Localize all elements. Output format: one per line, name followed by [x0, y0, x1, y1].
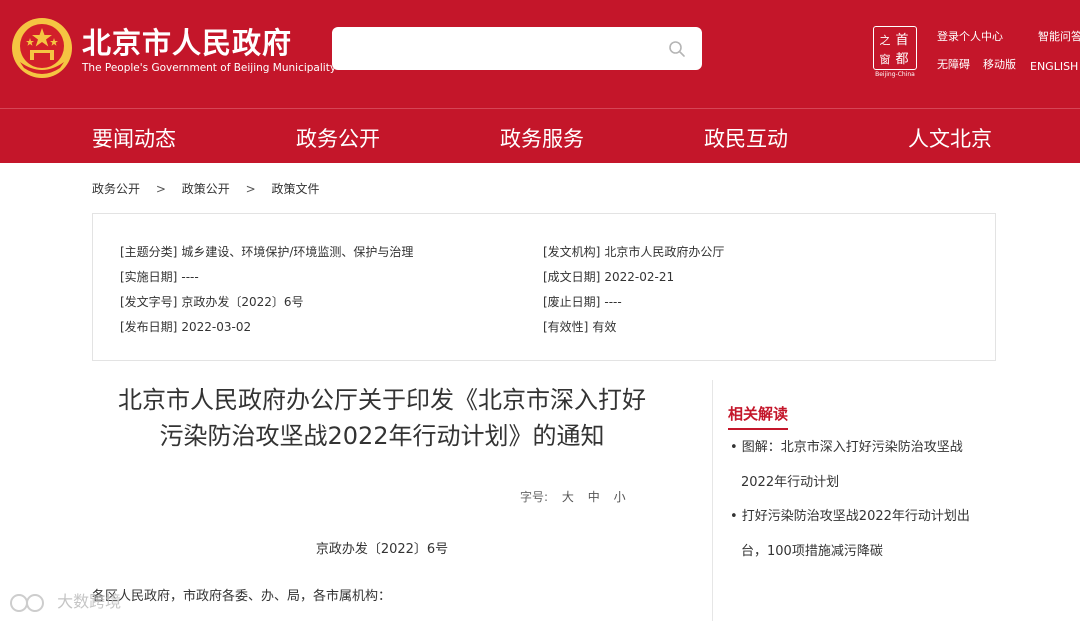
login-link[interactable]: 登录个人中心: [937, 28, 1003, 44]
info-value: ----: [181, 270, 199, 284]
article-title: 北京市人民政府办公厅关于印发《北京市深入打好 污染防治攻坚战2022年行动计划》…: [92, 382, 672, 454]
breadcrumb-item-policy[interactable]: 政策公开: [182, 180, 230, 197]
smart-qa-link[interactable]: 智能问答: [1038, 28, 1080, 44]
nav-item-culture[interactable]: 人文北京: [908, 123, 992, 153]
seal-caption: Beijing-China: [875, 71, 915, 78]
nav-item-gov-affairs[interactable]: 政务公开: [296, 123, 380, 153]
info-value: 有效: [592, 320, 617, 334]
related-item-2[interactable]: • 打好污染防治攻坚战2022年行动计划出 台，100项措施减污降碳: [730, 499, 1000, 569]
watermark: 大数跨境: [8, 588, 121, 614]
document-info-box: [主题分类] 城乡建设、环境保护/环境监测、保护与治理 [实施日期] ---- [发…: [92, 213, 996, 361]
english-link[interactable]: ENGLISH: [1030, 60, 1078, 73]
accessibility-link[interactable]: 无障碍: [937, 56, 970, 72]
info-value: 北京市人民政府办公厅: [604, 245, 725, 259]
related-item-line: • 打好污染防治攻坚战2022年行动计划出: [730, 509, 970, 524]
info-effective-date: [实施日期] ----: [120, 268, 199, 285]
article-doc-number: 京政办发〔2022〕6号: [315, 542, 449, 557]
related-item-line: 台，100项措施减污降碳: [741, 544, 883, 559]
article-title-line-1: 北京市人民政府办公厅关于印发《北京市深入打好: [118, 386, 646, 414]
info-doc-number: [发文字号] 京政办发〔2022〕6号: [120, 293, 304, 310]
info-key: [主题分类]: [120, 245, 178, 259]
seal-char-1: 首: [895, 33, 908, 48]
search-icon[interactable]: [668, 40, 686, 58]
search-box[interactable]: [332, 27, 702, 70]
breadcrumb-item-gov-affairs[interactable]: 政务公开: [92, 180, 140, 197]
seal-char-2: 都: [895, 52, 908, 67]
nav-item-news[interactable]: 要闻动态: [92, 123, 176, 153]
article-title-line-2: 污染防治攻坚战2022年行动计划》的通知: [159, 422, 605, 450]
seal-char-3: 之: [880, 33, 891, 47]
breadcrumb-separator: >: [155, 182, 166, 196]
national-emblem-icon[interactable]: [10, 16, 74, 80]
info-topic: [主题分类] 城乡建设、环境保护/环境监测、保护与治理: [120, 243, 413, 260]
info-key: [发文机构]: [543, 245, 601, 259]
font-size-selector: 字号: 大 中 小: [520, 488, 626, 505]
related-item-1[interactable]: • 图解：北京市深入打好污染防治攻坚战 2022年行动计划: [730, 430, 1000, 500]
info-key: [实施日期]: [120, 270, 178, 284]
main-nav: 要闻动态 政务公开 政务服务 政民互动 人文北京: [0, 108, 1080, 163]
info-key: [废止日期]: [543, 295, 601, 309]
article-salutation: 各区人民政府，市政府各委、办、局，各市属机构：: [92, 589, 392, 604]
related-item-line: • 图解：北京市深入打好污染防治攻坚战: [730, 440, 963, 455]
info-value: 京政办发〔2022〕6号: [181, 295, 304, 309]
sidebar-divider: [712, 380, 713, 621]
font-size-small[interactable]: 小: [614, 490, 626, 504]
info-value: 城乡建设、环境保护/环境监测、保护与治理: [181, 245, 414, 259]
related-item-line: 2022年行动计划: [741, 475, 840, 490]
info-validity: [有效性] 有效: [543, 318, 616, 335]
capital-window-logo[interactable]: 首 都 之 窗 Beijing-China: [870, 26, 920, 78]
info-written-date: [成文日期] 2022-02-21: [543, 268, 674, 285]
font-size-large[interactable]: 大: [562, 490, 574, 504]
info-publish-date: [发布日期] 2022-03-02: [120, 318, 251, 335]
watermark-logo-icon: [10, 593, 44, 612]
info-expiry-date: [废止日期] ----: [543, 293, 622, 310]
info-issuer: [发文机构] 北京市人民政府办公厅: [543, 243, 724, 260]
seal-char-4: 窗: [880, 52, 891, 66]
font-size-medium[interactable]: 中: [588, 490, 600, 504]
info-key: [有效性]: [543, 320, 589, 334]
info-value: 2022-03-02: [181, 320, 252, 334]
info-value: ----: [604, 295, 622, 309]
related-reading-title: 相关解读: [728, 403, 789, 430]
watermark-text: 大数跨境: [57, 592, 122, 611]
breadcrumb-separator: >: [245, 182, 256, 196]
site-header: 北京市人民政府 The People's Government of Beiji…: [0, 0, 1080, 108]
font-size-label: 字号:: [520, 490, 549, 504]
breadcrumb-item-policy-docs[interactable]: 政策文件: [271, 180, 319, 197]
search-input[interactable]: [344, 37, 644, 59]
info-key: [发文字号]: [120, 295, 178, 309]
nav-item-interaction[interactable]: 政民互动: [704, 123, 788, 153]
info-key: [发布日期]: [120, 320, 178, 334]
info-value: 2022-02-21: [604, 270, 675, 284]
site-subtitle: The People's Government of Beijing Munic…: [82, 62, 337, 74]
info-key: [成文日期]: [543, 270, 601, 284]
site-title[interactable]: 北京市人民政府: [82, 20, 292, 62]
nav-item-gov-services[interactable]: 政务服务: [500, 123, 584, 153]
capital-window-seal-icon: 首 都 之 窗: [880, 33, 909, 67]
mobile-link[interactable]: 移动版: [983, 56, 1016, 72]
breadcrumb: 政务公开 > 政策公开 > 政策文件: [92, 180, 319, 197]
